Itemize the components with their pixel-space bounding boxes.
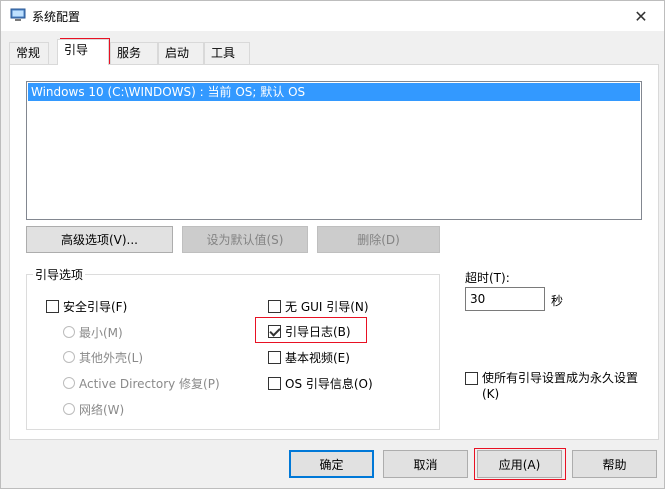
network-label: 网络(W) bbox=[79, 402, 125, 417]
boot-log-checkbox[interactable]: 引导日志(B) bbox=[268, 323, 351, 339]
boot-options-group: 引导选项 安全引导(F) 最小(M) 其他外壳(L) Active Direct… bbox=[26, 266, 440, 430]
base-video-checkbox[interactable]: 基本视频(E) bbox=[268, 349, 350, 365]
alternate-shell-radio[interactable]: 其他外壳(L) bbox=[63, 349, 143, 365]
tab-tools[interactable]: 工具 bbox=[204, 42, 250, 64]
minimal-radio[interactable]: 最小(M) bbox=[63, 324, 123, 340]
tab-general[interactable]: 常规 bbox=[9, 42, 49, 64]
system-config-app-icon bbox=[10, 8, 26, 22]
checkbox-box bbox=[268, 350, 281, 364]
tab-boot[interactable]: 引导 bbox=[57, 39, 109, 65]
timeout-label: 超时(T): bbox=[465, 271, 510, 285]
window-title: 系统配置 bbox=[32, 10, 81, 24]
timeout-input[interactable]: 30 bbox=[465, 287, 545, 311]
close-button[interactable]: ✕ bbox=[618, 1, 664, 31]
safe-boot-label: 安全引导(F) bbox=[63, 299, 128, 314]
os-boot-info-label: OS 引导信息(O) bbox=[285, 376, 373, 391]
apply-button[interactable]: 应用(A) bbox=[477, 450, 562, 478]
base-video-label: 基本视频(E) bbox=[285, 350, 350, 365]
cancel-button[interactable]: 取消 bbox=[383, 450, 468, 478]
timeout-unit: 秒 bbox=[551, 294, 564, 308]
network-radio[interactable]: 网络(W) bbox=[63, 401, 124, 417]
ok-button[interactable]: 确定 bbox=[289, 450, 374, 478]
make-permanent-checkbox[interactable]: 使所有引导设置成为永久设置(K) bbox=[465, 370, 655, 402]
tab-startup[interactable]: 启动 bbox=[158, 42, 204, 64]
ad-repair-label: Active Directory 修复(P) bbox=[79, 376, 220, 391]
os-boot-info-checkbox[interactable]: OS 引导信息(O) bbox=[268, 375, 373, 391]
checkbox-box-checked bbox=[268, 324, 281, 338]
no-gui-boot-label: 无 GUI 引导(N) bbox=[285, 299, 369, 314]
checkbox-box bbox=[268, 376, 281, 390]
title-bar: 系统配置 ✕ bbox=[1, 1, 664, 31]
boot-options-legend: 引导选项 bbox=[33, 266, 86, 283]
radio-circle bbox=[63, 377, 75, 389]
advanced-options-button[interactable]: 高级选项(V)... bbox=[26, 226, 173, 253]
boot-log-label: 引导日志(B) bbox=[285, 324, 351, 339]
close-icon: ✕ bbox=[634, 6, 648, 26]
radio-circle bbox=[63, 403, 75, 415]
os-list-item[interactable]: Windows 10 (C:\WINDOWS) : 当前 OS; 默认 OS bbox=[28, 83, 640, 101]
alternate-shell-label: 其他外壳(L) bbox=[79, 350, 144, 365]
radio-circle bbox=[63, 351, 75, 363]
system-config-window: 系统配置 ✕ 常规 引导 服务 启动 工具 Windows 10 (C:\WIN… bbox=[0, 0, 665, 489]
checkbox-box bbox=[268, 299, 281, 313]
set-default-button[interactable]: 设为默认值(S) bbox=[182, 226, 308, 253]
safe-boot-checkbox[interactable]: 安全引导(F) bbox=[46, 298, 127, 314]
help-button[interactable]: 帮助 bbox=[572, 450, 657, 478]
make-permanent-label: 使所有引导设置成为永久设置(K) bbox=[482, 371, 639, 401]
radio-circle bbox=[63, 326, 75, 338]
minimal-label: 最小(M) bbox=[79, 325, 123, 340]
ad-repair-radio[interactable]: Active Directory 修复(P) bbox=[63, 375, 220, 391]
no-gui-boot-checkbox[interactable]: 无 GUI 引导(N) bbox=[268, 298, 369, 314]
checkbox-box bbox=[46, 299, 59, 313]
os-list[interactable]: Windows 10 (C:\WINDOWS) : 当前 OS; 默认 OS bbox=[26, 81, 642, 220]
checkbox-box bbox=[465, 372, 478, 385]
tab-services[interactable]: 服务 bbox=[110, 42, 158, 64]
boot-tab-panel: Windows 10 (C:\WINDOWS) : 当前 OS; 默认 OS 高… bbox=[9, 64, 659, 440]
delete-button[interactable]: 删除(D) bbox=[317, 226, 440, 253]
